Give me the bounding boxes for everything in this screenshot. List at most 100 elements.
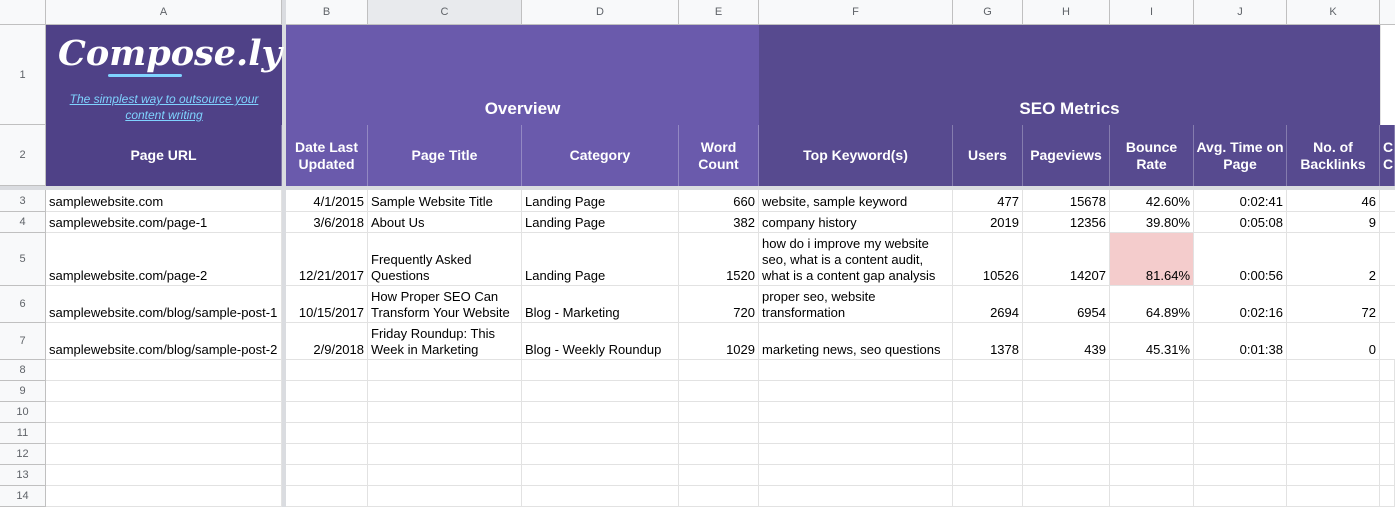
row-header-13[interactable]: 13 [0,465,46,486]
column-header-e[interactable]: E [679,0,759,25]
empty-cell[interactable] [286,360,368,381]
header-avg-time-on-page[interactable]: Avg. Time on Page [1194,125,1287,186]
cell-avg-time[interactable]: 0:01:38 [1194,323,1287,360]
cell-title[interactable]: Friday Roundup: This Week in Marketing [368,323,522,360]
empty-cell[interactable] [1023,402,1110,423]
row-header-9[interactable]: 9 [0,381,46,402]
cell-empty[interactable] [1380,286,1395,323]
empty-cell[interactable] [1110,381,1194,402]
cell-backlinks[interactable]: 2 [1287,233,1380,286]
empty-cell[interactable] [1110,444,1194,465]
row-header-6[interactable]: 6 [0,286,46,323]
column-header-i[interactable]: I [1110,0,1194,25]
header-bounce-rate[interactable]: Bounce Rate [1110,125,1194,186]
empty-cell[interactable] [1380,423,1395,444]
empty-cell[interactable] [679,444,759,465]
empty-cell[interactable] [368,486,522,507]
header-no-of-backlinks[interactable]: No. of Backlinks [1287,125,1380,186]
empty-cell[interactable] [1287,381,1380,402]
empty-cell[interactable] [1023,360,1110,381]
empty-cell[interactable] [759,360,953,381]
cell-word-count[interactable]: 382 [679,212,759,233]
empty-cell[interactable] [1380,381,1395,402]
cell-empty[interactable] [1380,212,1395,233]
cell-category[interactable]: Blog - Marketing [522,286,679,323]
row-header-5[interactable]: 5 [0,233,46,286]
tagline-link[interactable]: The simplest way to outsource your conte… [54,91,274,125]
empty-cell[interactable] [1023,423,1110,444]
cell-word-count[interactable]: 1520 [679,233,759,286]
empty-cell[interactable] [759,465,953,486]
cell-pageviews[interactable]: 439 [1023,323,1110,360]
empty-cell[interactable] [953,486,1023,507]
empty-cell[interactable] [1194,444,1287,465]
cell-url[interactable]: samplewebsite.com/blog/sample-post-1 [46,286,282,323]
empty-cell[interactable] [1194,423,1287,444]
empty-cell[interactable] [1023,465,1110,486]
cell-bounce-rate[interactable]: 39.80% [1110,212,1194,233]
column-header-k[interactable]: K [1287,0,1380,25]
cell-word-count[interactable]: 660 [679,190,759,212]
cell-title[interactable]: Sample Website Title [368,190,522,212]
empty-cell[interactable] [759,444,953,465]
column-header-f[interactable]: F [759,0,953,25]
empty-cell[interactable] [679,465,759,486]
cell-users[interactable]: 1378 [953,323,1023,360]
empty-cell[interactable] [368,360,522,381]
row-header-12[interactable]: 12 [0,444,46,465]
column-header-d[interactable]: D [522,0,679,25]
empty-cell[interactable] [286,444,368,465]
empty-cell[interactable] [1110,465,1194,486]
empty-cell[interactable] [953,402,1023,423]
empty-cell[interactable] [1023,444,1110,465]
cell-bounce-rate[interactable]: 64.89% [1110,286,1194,323]
empty-cell[interactable] [46,444,282,465]
cell-empty[interactable] [1380,233,1395,286]
cell-users[interactable]: 2019 [953,212,1023,233]
empty-cell[interactable] [368,381,522,402]
empty-cell[interactable] [1380,444,1395,465]
cell-backlinks[interactable]: 0 [1287,323,1380,360]
row-header-1[interactable]: 1 [0,25,46,125]
cell-avg-time[interactable]: 0:05:08 [1194,212,1287,233]
empty-cell[interactable] [46,402,282,423]
empty-cell[interactable] [368,402,522,423]
empty-cell[interactable] [759,402,953,423]
empty-cell[interactable] [1194,465,1287,486]
row-header-3[interactable]: 3 [0,190,46,212]
empty-cell[interactable] [286,402,368,423]
header-cut-off-column[interactable]: C C [1380,125,1395,186]
cell-avg-time[interactable]: 0:00:56 [1194,233,1287,286]
cell-users[interactable]: 10526 [953,233,1023,286]
cell-date[interactable]: 4/1/2015 [286,190,368,212]
empty-cell[interactable] [522,423,679,444]
select-all-corner[interactable] [0,0,46,25]
cell-date[interactable]: 10/15/2017 [286,286,368,323]
column-header-b[interactable]: B [286,0,368,25]
row-header-8[interactable]: 8 [0,360,46,381]
cell-pageviews[interactable]: 15678 [1023,190,1110,212]
empty-cell[interactable] [522,486,679,507]
column-header-j[interactable]: J [1194,0,1287,25]
column-header-g[interactable]: G [953,0,1023,25]
seo-metrics-banner[interactable]: SEO Metrics [759,25,1380,125]
cell-pageviews[interactable]: 12356 [1023,212,1110,233]
column-header-h[interactable]: H [1023,0,1110,25]
empty-cell[interactable] [46,465,282,486]
empty-cell[interactable] [46,360,282,381]
empty-cell[interactable] [522,402,679,423]
cell-date[interactable]: 2/9/2018 [286,323,368,360]
cell-title[interactable]: About Us [368,212,522,233]
cell-keywords[interactable]: marketing news, seo questions [759,323,953,360]
cell-avg-time[interactable]: 0:02:16 [1194,286,1287,323]
empty-cell[interactable] [522,465,679,486]
cell-bounce-rate[interactable]: 45.31% [1110,323,1194,360]
cell-backlinks[interactable]: 46 [1287,190,1380,212]
empty-cell[interactable] [368,465,522,486]
empty-cell[interactable] [46,486,282,507]
empty-cell[interactable] [1194,402,1287,423]
cell-pageviews[interactable]: 14207 [1023,233,1110,286]
empty-cell[interactable] [1287,444,1380,465]
brand-cell[interactable]: Compose.ly The simplest way to outsource… [46,25,282,125]
cell-url[interactable]: samplewebsite.com/page-1 [46,212,282,233]
